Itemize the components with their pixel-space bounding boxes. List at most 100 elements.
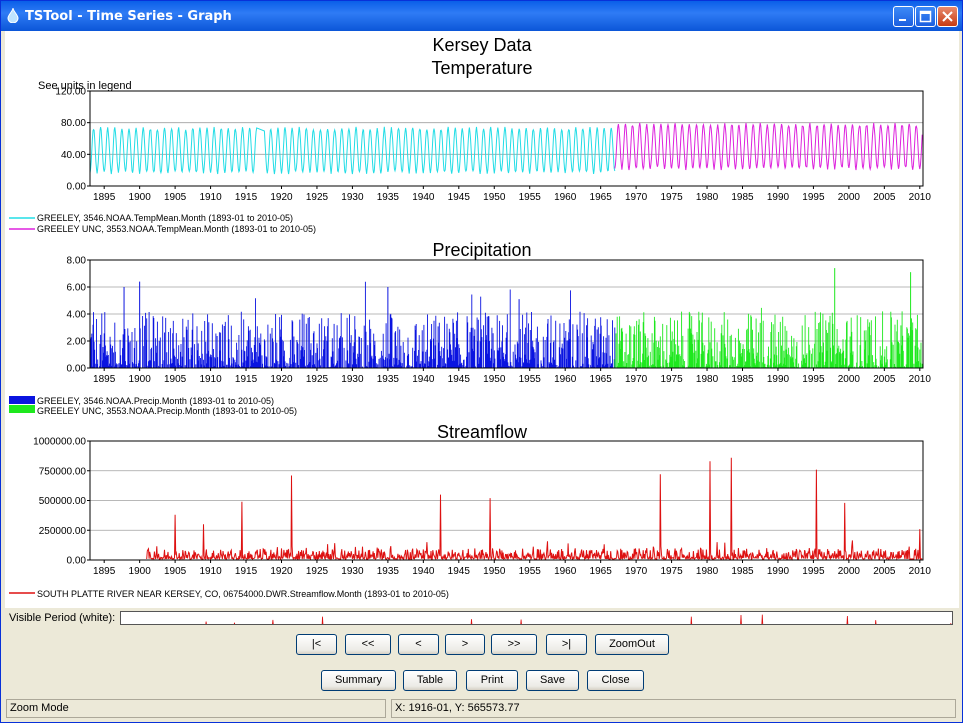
precip-y-tick-label: 8.00 <box>67 256 87 267</box>
precipitation-chart: Precipitation 0.00 2.00 4.00 6.00 8.00 1895 1… <box>9 240 931 416</box>
temp-y-tick-label: 0.00 <box>67 182 87 193</box>
temp-x-tick-label: 1905 <box>164 192 187 203</box>
precip-x-tick-label: 1895 <box>93 374 116 385</box>
flow-y-tick-label: 0.00 <box>67 556 87 567</box>
flow-x-tick-label: 1935 <box>377 566 400 577</box>
temp-x-tick-label: 2010 <box>909 192 932 203</box>
temp-x-tick-label: 1995 <box>802 192 825 203</box>
temp-x-tick-label: 1985 <box>731 192 754 203</box>
overview-sparkline[interactable] <box>121 613 953 625</box>
precip-x-tick-label: 1960 <box>554 374 577 385</box>
temp-x-tick-label: 1925 <box>306 192 329 203</box>
temp-x-tick-label: 1895 <box>93 192 116 203</box>
precipitation-title: Precipitation <box>432 240 531 260</box>
precip-x-tick-label: 1900 <box>129 374 152 385</box>
flow-x-tick-label: 1955 <box>519 566 542 577</box>
temp-x-tick-label: 1915 <box>235 192 258 203</box>
graph-svg[interactable]: Kersey Data See units in legend Temperat… <box>5 31 959 608</box>
temp-x-tick-label: 1900 <box>129 192 152 203</box>
forward-button[interactable]: > <box>445 634 485 655</box>
status-coordinates: X: 1916-01, Y: 565573.77 <box>391 699 956 718</box>
legend-label-temp-1: GREELEY, 3546.NOAA.TempMean.Month (1893-… <box>37 213 293 223</box>
temp-x-tick-label: 1940 <box>412 192 435 203</box>
precip-x-tick-label: 1975 <box>660 374 683 385</box>
status-mode: Zoom Mode <box>6 699 386 718</box>
precip-y-tick-label: 4.00 <box>67 310 87 321</box>
precip-x-tick-label: 1945 <box>448 374 471 385</box>
first-button[interactable]: |< <box>296 634 337 655</box>
legend-label-precip-1: GREELEY, 3546.NOAA.Precip.Month (1893-01… <box>37 396 274 406</box>
flow-x-tick-label: 1900 <box>129 566 152 577</box>
temp-x-tick-label: 1950 <box>483 192 506 203</box>
precipitation-legend: GREELEY, 3546.NOAA.Precip.Month (1893-01… <box>9 396 297 416</box>
temp-x-tick-label: 1955 <box>519 192 542 203</box>
legend-label-flow-1: SOUTH PLATTE RIVER NEAR KERSEY, CO, 0675… <box>37 589 449 599</box>
precip-x-tick-label: 1910 <box>199 374 222 385</box>
precip-x-tick-label: 1965 <box>590 374 613 385</box>
temp-x-tick-label: 1910 <box>199 192 222 203</box>
precip-x-tick-label: 1950 <box>483 374 506 385</box>
temp-y-tick-label: 120.00 <box>55 87 86 98</box>
flow-x-tick-label: 2000 <box>838 566 861 577</box>
temperature-series-2 <box>614 122 923 172</box>
water-drop-icon <box>7 8 19 23</box>
streamflow-chart: Streamflow 0.00 250000.00 500000.00 750000.… <box>9 422 931 599</box>
back-button[interactable]: < <box>398 634 439 655</box>
streamflow-series-1 <box>146 457 923 561</box>
save-button[interactable]: Save <box>526 670 579 691</box>
title-bar[interactable]: TSTool - Time Series - Graph <box>1 1 962 31</box>
temp-x-tick-label: 1960 <box>554 192 577 203</box>
zoom-out-button[interactable]: ZoomOut <box>595 634 669 655</box>
flow-y-tick-label: 500000.00 <box>39 496 87 507</box>
precip-x-tick-label: 1905 <box>164 374 187 385</box>
precip-y-tick-label: 6.00 <box>67 283 87 294</box>
temp-y-tick-label: 40.00 <box>61 150 86 161</box>
temp-x-tick-label: 1970 <box>625 192 648 203</box>
close-window-button[interactable] <box>937 6 958 27</box>
graph-canvas[interactable]: Kersey Data See units in legend Temperat… <box>5 31 959 608</box>
minimize-button[interactable] <box>893 6 914 27</box>
flow-x-tick-label: 2010 <box>909 566 932 577</box>
maximize-button[interactable] <box>915 6 936 27</box>
visible-period-overview[interactable] <box>120 611 953 625</box>
temp-x-tick-label: 1990 <box>767 192 790 203</box>
temp-x-tick-label: 1930 <box>341 192 364 203</box>
flow-x-tick-label: 1980 <box>696 566 719 577</box>
close-button[interactable]: Close <box>587 670 644 691</box>
temp-x-tick-label: 1935 <box>377 192 400 203</box>
maximize-icon <box>919 10 932 23</box>
temp-x-tick-label: 1975 <box>660 192 683 203</box>
last-button[interactable]: >| <box>546 634 587 655</box>
precip-x-tick-label: 1955 <box>519 374 542 385</box>
precip-x-tick-label: 1920 <box>270 374 293 385</box>
temp-x-tick-label: 1965 <box>590 192 613 203</box>
page-back-button[interactable]: << <box>345 634 391 655</box>
precip-x-tick-label: 2000 <box>838 374 861 385</box>
legend-label-precip-2: GREELEY UNC, 3553.NOAA.Precip.Month (189… <box>37 406 297 416</box>
temp-x-tick-label: 1980 <box>696 192 719 203</box>
precipitation-bars-1 <box>89 281 616 368</box>
precip-x-tick-label: 2010 <box>909 374 932 385</box>
flow-x-tick-label: 1970 <box>625 566 648 577</box>
flow-x-tick-label: 1925 <box>306 566 329 577</box>
precip-x-tick-label: 1970 <box>625 374 648 385</box>
precip-x-tick-label: 1940 <box>412 374 435 385</box>
visible-period-label: Visible Period (white): <box>9 612 116 624</box>
flow-x-tick-label: 1905 <box>164 566 187 577</box>
temperature-title: Temperature <box>431 58 532 78</box>
precip-x-tick-label: 1985 <box>731 374 754 385</box>
legend-swatch-precip-1 <box>9 396 35 404</box>
temp-y-tick-label: 80.00 <box>61 118 86 129</box>
precip-x-tick-label: 1915 <box>235 374 258 385</box>
minimize-icon <box>899 19 906 21</box>
table-button[interactable]: Table <box>403 670 457 691</box>
summary-button[interactable]: Summary <box>321 670 396 691</box>
flow-y-tick-label: 250000.00 <box>39 526 87 537</box>
flow-x-tick-label: 1930 <box>341 566 364 577</box>
print-button[interactable]: Print <box>466 670 518 691</box>
page-forward-button[interactable]: >> <box>491 634 537 655</box>
streamflow-title: Streamflow <box>437 422 528 442</box>
temperature-series-1 <box>89 126 616 175</box>
streamflow-legend: SOUTH PLATTE RIVER NEAR KERSEY, CO, 0675… <box>9 589 449 599</box>
precip-x-tick-label: 2005 <box>873 374 896 385</box>
